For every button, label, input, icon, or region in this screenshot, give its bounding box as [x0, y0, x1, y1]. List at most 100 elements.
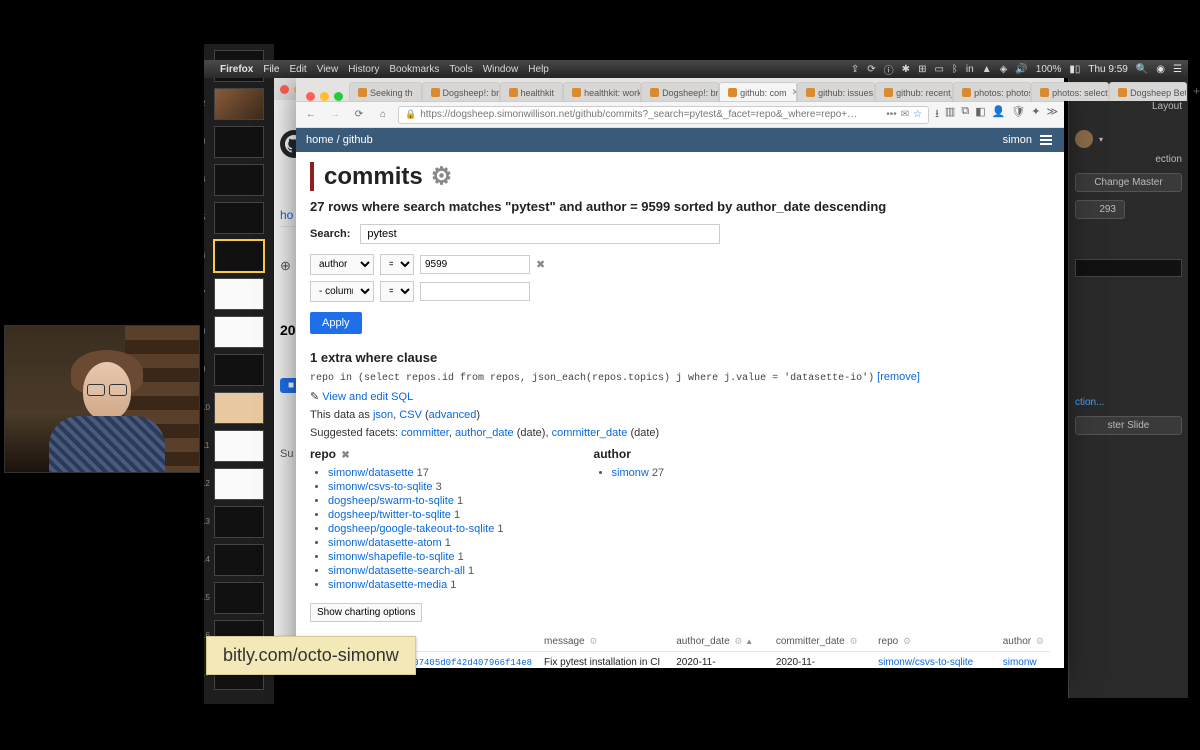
filter-column-select[interactable]: - column -: [310, 281, 374, 302]
breadcrumb-home[interactable]: home: [306, 134, 334, 146]
change-master-button[interactable]: Change Master: [1075, 173, 1182, 192]
info-icon[interactable]: ⓘ: [884, 62, 894, 77]
browser-tab[interactable]: Seeking th: [349, 82, 422, 101]
facet-value-link[interactable]: simonw/csvs-to-sqlite: [328, 481, 433, 493]
show-charting-button[interactable]: Show charting options: [310, 603, 422, 622]
facet-value-link[interactable]: simonw/shapefile-to-sqlite: [328, 551, 455, 563]
facet-value-link[interactable]: dogsheep/twitter-to-sqlite: [328, 509, 451, 521]
library-icon[interactable]: ▥: [945, 105, 955, 124]
suggested-facet-link[interactable]: author_date: [455, 427, 514, 439]
volume-icon[interactable]: 🔊: [1015, 64, 1027, 75]
browser-tab[interactable]: healthkit: [500, 82, 564, 101]
browser-tab[interactable]: photos: select: [1031, 82, 1109, 101]
breadcrumb-db[interactable]: github: [343, 134, 373, 146]
search-label: Search:: [310, 228, 350, 240]
column-header[interactable]: repo ⚙: [872, 632, 997, 652]
repo-link[interactable]: simonw/csvs-to-sqlite: [878, 657, 973, 668]
apply-button[interactable]: Apply: [310, 312, 362, 334]
reader-icon[interactable]: ✉: [901, 109, 909, 120]
menu-icon[interactable]: [1040, 139, 1054, 141]
new-tab-button[interactable]: +: [1187, 81, 1200, 101]
browser-tab[interactable]: healthkit: work: [563, 82, 641, 101]
column-header[interactable]: author_date ⚙ ▲: [670, 632, 770, 652]
filter-rows: author = ✖ - column - =: [310, 254, 1050, 302]
back-button[interactable]: ←: [302, 106, 320, 124]
filter-op-select[interactable]: =: [380, 281, 414, 302]
browser-tab[interactable]: Dogsheep!: bri: [641, 82, 719, 101]
overflow-icon[interactable]: ≫: [1046, 105, 1058, 124]
column-header[interactable]: message ⚙: [538, 632, 670, 652]
facet-value-link[interactable]: simonw/datasette-atom: [328, 537, 442, 549]
datasette-header: home / github simon: [296, 128, 1064, 152]
suggested-facet-link[interactable]: committer: [401, 427, 449, 439]
column-header[interactable]: author ⚙: [997, 632, 1050, 652]
remove-filter-icon[interactable]: ✖: [536, 258, 545, 271]
filter-value-input[interactable]: [420, 255, 530, 274]
reload-button[interactable]: ⟳: [350, 106, 368, 124]
slide-count: 293: [1075, 200, 1125, 219]
screenshot-icon[interactable]: ⧉: [961, 105, 969, 124]
siri-icon[interactable]: ◉: [1156, 64, 1165, 75]
facet-value-link[interactable]: simonw/datasette: [328, 467, 414, 479]
wifi-icon[interactable]: ◈: [1000, 64, 1008, 75]
suggested-facet-link[interactable]: committer_date: [552, 427, 628, 439]
filter-value-input[interactable]: [420, 282, 530, 301]
browser-tab[interactable]: github: com✕: [719, 82, 797, 101]
facet-value-link[interactable]: simonw/datasette-search-all: [328, 565, 465, 577]
json-link[interactable]: json: [373, 409, 393, 421]
account-icon[interactable]: 👤: [992, 105, 1006, 124]
advanced-link[interactable]: advanced: [429, 409, 477, 421]
app-name[interactable]: Firefox: [220, 64, 253, 75]
extra-where-heading: 1 extra where clause: [310, 350, 1050, 365]
linkedin-icon[interactable]: in: [966, 64, 974, 75]
shield-icon[interactable]: 🛡: [1011, 105, 1025, 124]
logged-in-user: simon: [1003, 134, 1032, 146]
filter-op-select[interactable]: =: [380, 254, 414, 275]
address-bar[interactable]: 🔒 https://dogsheep.simonwillison.net/git…: [398, 106, 929, 124]
csv-link[interactable]: CSV: [399, 409, 422, 421]
gear-icon[interactable]: ⚙: [431, 162, 453, 191]
facet-value-link[interactable]: dogsheep/google-takeout-to-sqlite: [328, 523, 494, 535]
search-icon[interactable]: 🔍: [1136, 64, 1148, 75]
action-link[interactable]: ction...: [1075, 397, 1182, 408]
clock[interactable]: Thu 9:59: [1088, 64, 1127, 75]
edit-master-button[interactable]: ster Slide: [1075, 416, 1182, 435]
browser-tab[interactable]: Dogsheep Beta: [1109, 82, 1187, 101]
view-sql-link[interactable]: View and edit SQL: [322, 391, 413, 403]
forward-button[interactable]: →: [326, 106, 344, 124]
search-input[interactable]: [360, 224, 720, 244]
close-window-icon[interactable]: [306, 92, 315, 101]
browser-tab[interactable]: photos: photos: [953, 82, 1031, 101]
facet-value-link[interactable]: dogsheep/swarm-to-sqlite: [328, 495, 454, 507]
page-title: commits: [324, 163, 423, 191]
author-link[interactable]: simonw: [1003, 657, 1037, 668]
filter-column-select[interactable]: author: [310, 254, 374, 275]
dropbox-icon[interactable]: ⇪: [851, 64, 859, 75]
zoom-icon[interactable]: ⊕: [280, 258, 291, 274]
facet-value-link[interactable]: simonw/datasette-media: [328, 579, 447, 591]
remove-facet-icon[interactable]: ✖: [341, 450, 349, 461]
macos-menubar: Firefox File Edit View History Bookmarks…: [204, 60, 1188, 78]
column-header[interactable]: committer_date ⚙: [770, 632, 872, 652]
download-icon[interactable]: ⭳: [935, 105, 939, 124]
remove-clause-link[interactable]: [remove]: [877, 371, 920, 383]
bluetooth-icon[interactable]: ᛒ: [952, 64, 958, 75]
display-icon[interactable]: ▭: [934, 64, 943, 75]
battery-percent: 100%: [1036, 64, 1062, 75]
pocket-icon[interactable]: ◧: [975, 105, 985, 124]
airplay-icon[interactable]: ▲: [982, 64, 992, 75]
notification-icon[interactable]: ☰: [1173, 64, 1182, 75]
sync-icon[interactable]: ⟳: [867, 64, 875, 75]
grid-icon[interactable]: ⊞: [918, 64, 926, 75]
extension-icon[interactable]: ✱: [902, 64, 910, 75]
maximize-window-icon[interactable]: [334, 92, 343, 101]
home-button[interactable]: ⌂: [374, 106, 392, 124]
slide-thumbnail-rail: 1 2 3 4 5 6 7 8 9 10 11 12 13 14 15 16 1…: [204, 44, 274, 704]
browser-tab[interactable]: github: recent_c: [875, 82, 953, 101]
browser-tab[interactable]: github: issues: t: [797, 82, 875, 101]
extension-puzzle-icon[interactable]: ✦: [1031, 105, 1040, 124]
facet-value-link[interactable]: simonw: [612, 467, 649, 479]
browser-tab[interactable]: Dogsheep!: bri: [422, 82, 500, 101]
star-icon[interactable]: ☆: [913, 109, 922, 120]
minimize-window-icon[interactable]: [320, 92, 329, 101]
